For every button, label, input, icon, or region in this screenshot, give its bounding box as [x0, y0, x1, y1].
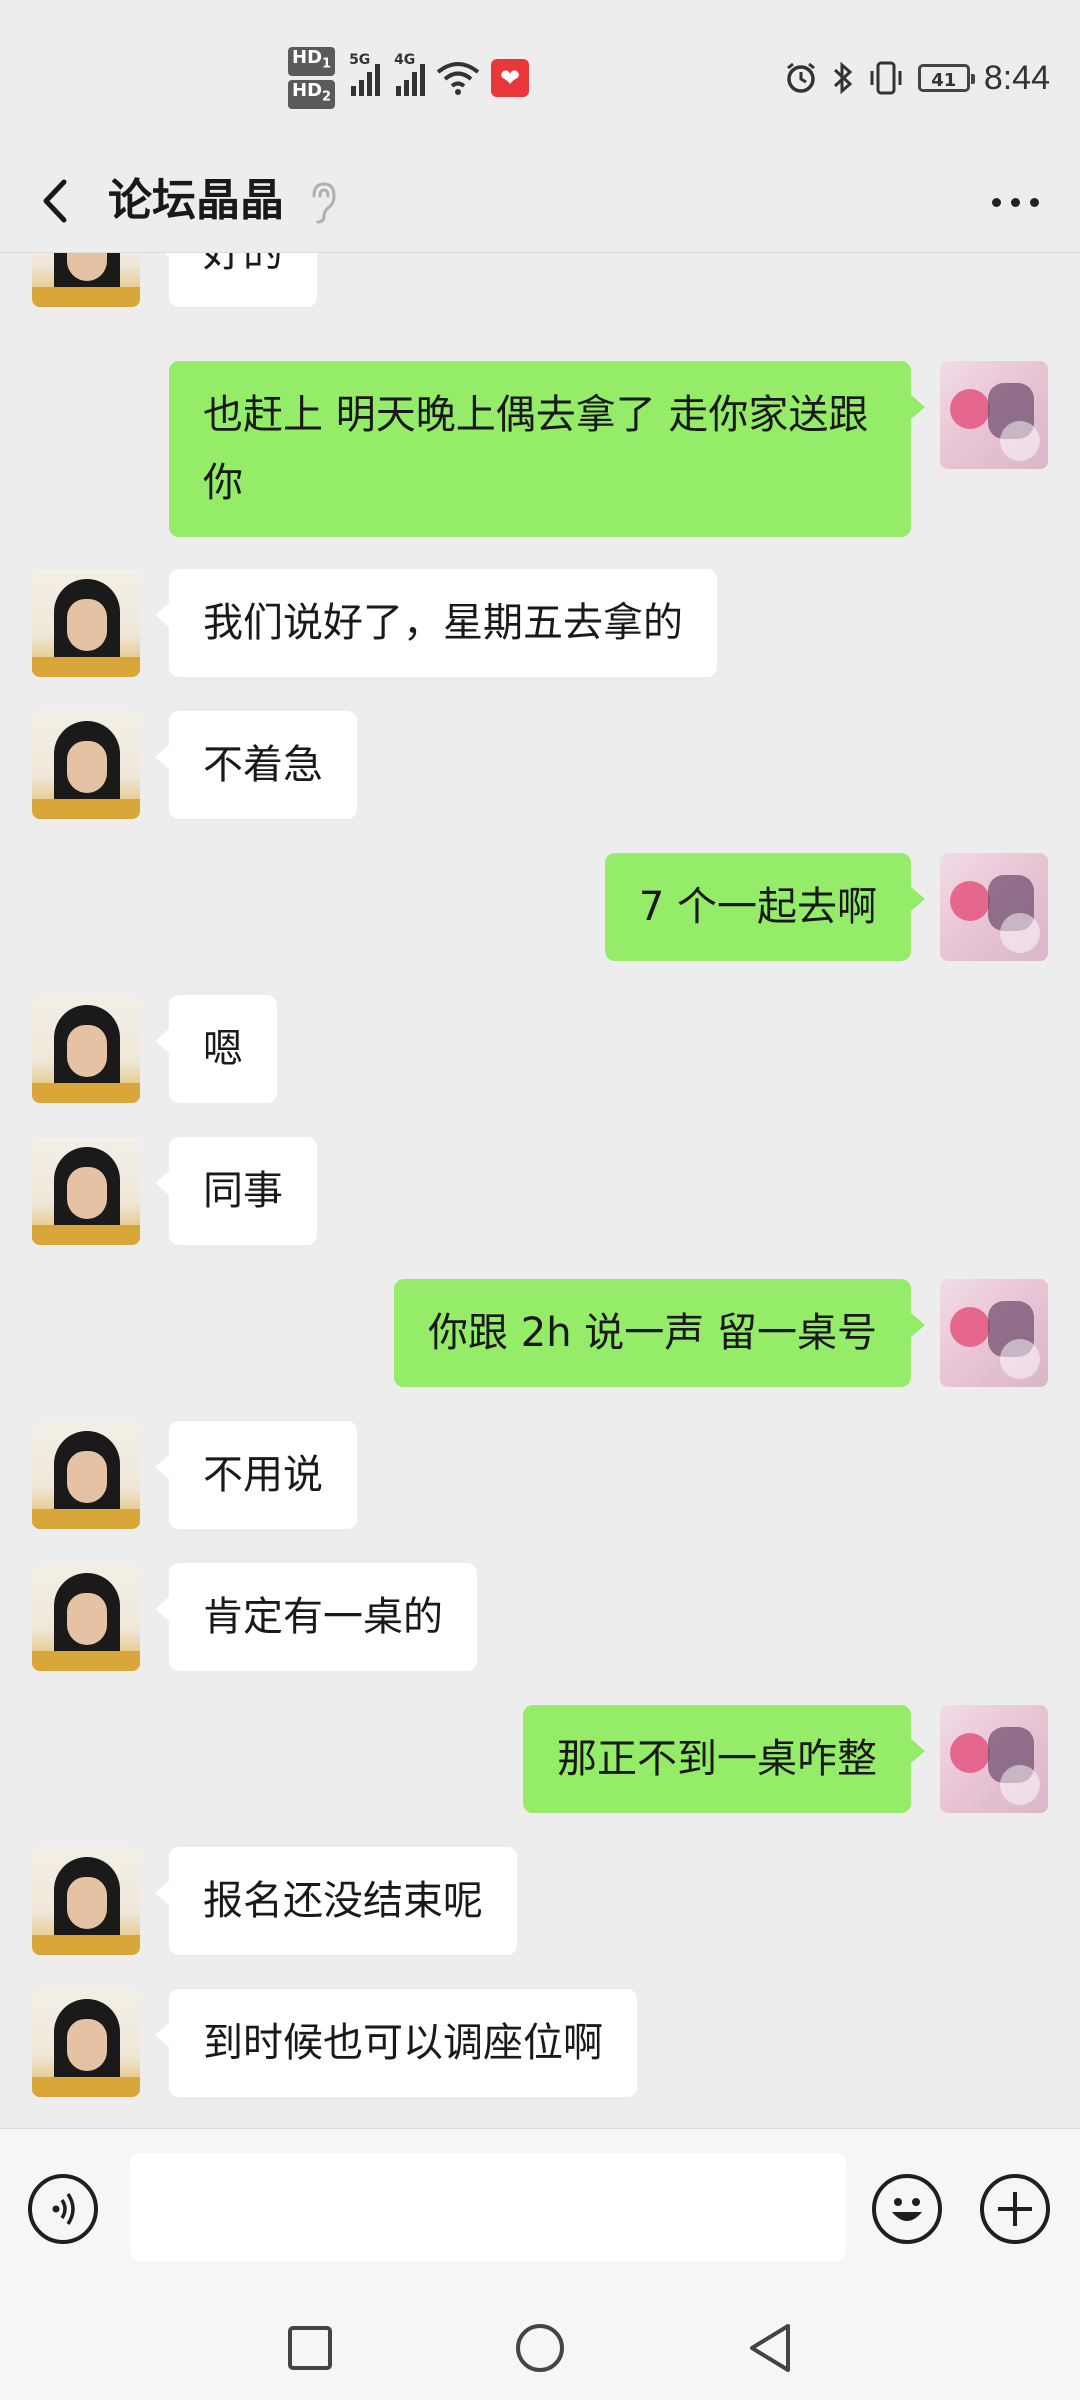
hd2-badge: HD2	[288, 80, 336, 109]
emoji-icon[interactable]	[872, 2174, 942, 2244]
voice-input-icon[interactable]	[28, 2174, 98, 2244]
self-avatar[interactable]	[940, 853, 1048, 961]
contact-avatar[interactable]	[32, 995, 140, 1103]
received-message[interactable]: 我们说好了，星期五去拿的	[155, 569, 717, 677]
chat-title: 论坛晶晶	[108, 175, 284, 226]
received-message[interactable]: 到时候也可以调座位啊	[155, 1989, 637, 2097]
status-left: HD1 HD2 5G 4G ❤	[288, 47, 530, 109]
received-message[interactable]: 嗯	[155, 995, 277, 1103]
net2-label: 4G	[394, 52, 416, 68]
received-message[interactable]: 同事	[155, 1137, 317, 1245]
contact-avatar[interactable]	[32, 1847, 140, 1955]
status-bar: HD1 HD2 5G 4G ❤ 41 8:44	[0, 0, 1080, 150]
input-bar	[0, 2128, 1080, 2289]
huawei-health-icon: ❤	[491, 59, 530, 97]
status-right: 41 8:44	[784, 48, 1050, 108]
bluetooth-icon	[833, 61, 853, 95]
received-message[interactable]: 报名还没结束呢	[155, 1847, 517, 1955]
signal-icon: 5G	[349, 52, 381, 96]
contact-avatar[interactable]	[32, 1137, 140, 1245]
more-horizontal-icon[interactable]	[980, 172, 1050, 232]
self-avatar[interactable]	[940, 1705, 1048, 1813]
hd1-badge: HD1	[288, 47, 336, 76]
hd-indicators: HD1 HD2	[288, 47, 336, 109]
contact-avatar[interactable]	[32, 1989, 140, 2097]
sent-message[interactable]: 7 个一起去啊	[604, 853, 926, 961]
earpiece-mode-icon	[312, 182, 336, 224]
net1-label: 5G	[349, 52, 371, 68]
self-avatar[interactable]	[940, 1279, 1048, 1387]
contact-avatar[interactable]	[32, 253, 140, 307]
wifi-icon	[436, 62, 480, 95]
received-message[interactable]: 肯定有一桌的	[155, 1563, 477, 1671]
signal-icon: 4G	[394, 52, 426, 96]
battery-icon: 41	[917, 64, 975, 92]
contact-avatar[interactable]	[32, 569, 140, 677]
sent-message[interactable]: 你跟 2h 说一声 留一桌号	[394, 1279, 925, 1387]
contact-avatar[interactable]	[32, 1563, 140, 1671]
recent-apps-square-icon[interactable]	[280, 2318, 340, 2378]
alarm-icon	[786, 62, 815, 93]
contact-avatar[interactable]	[32, 711, 140, 819]
clock: 8:44	[983, 58, 1050, 97]
back-triangle-icon[interactable]	[740, 2318, 800, 2378]
message-list[interactable]: 好的 也赶上 明天晚上偶去拿了 走你家送跟你 我们说好了，星期五去拿的 不着急 …	[0, 252, 1080, 2128]
contact-avatar[interactable]	[32, 1421, 140, 1529]
home-circle-icon[interactable]	[510, 2318, 570, 2378]
received-message[interactable]: 好的	[155, 253, 317, 307]
message-input[interactable]	[130, 2153, 846, 2261]
sent-message[interactable]: 也赶上 明天晚上偶去拿了 走你家送跟你	[169, 361, 925, 537]
chevron-left-icon[interactable]	[30, 166, 90, 236]
chat-header: 论坛晶晶	[0, 150, 1080, 252]
received-message[interactable]: 不着急	[155, 711, 357, 819]
received-message[interactable]: 不用说	[155, 1421, 357, 1529]
system-nav-bar	[0, 2288, 1080, 2400]
self-avatar[interactable]	[940, 361, 1048, 469]
sent-message[interactable]: 那正不到一桌咋整	[523, 1705, 925, 1813]
plus-icon[interactable]	[980, 2174, 1050, 2244]
vibrate-icon	[870, 61, 902, 95]
